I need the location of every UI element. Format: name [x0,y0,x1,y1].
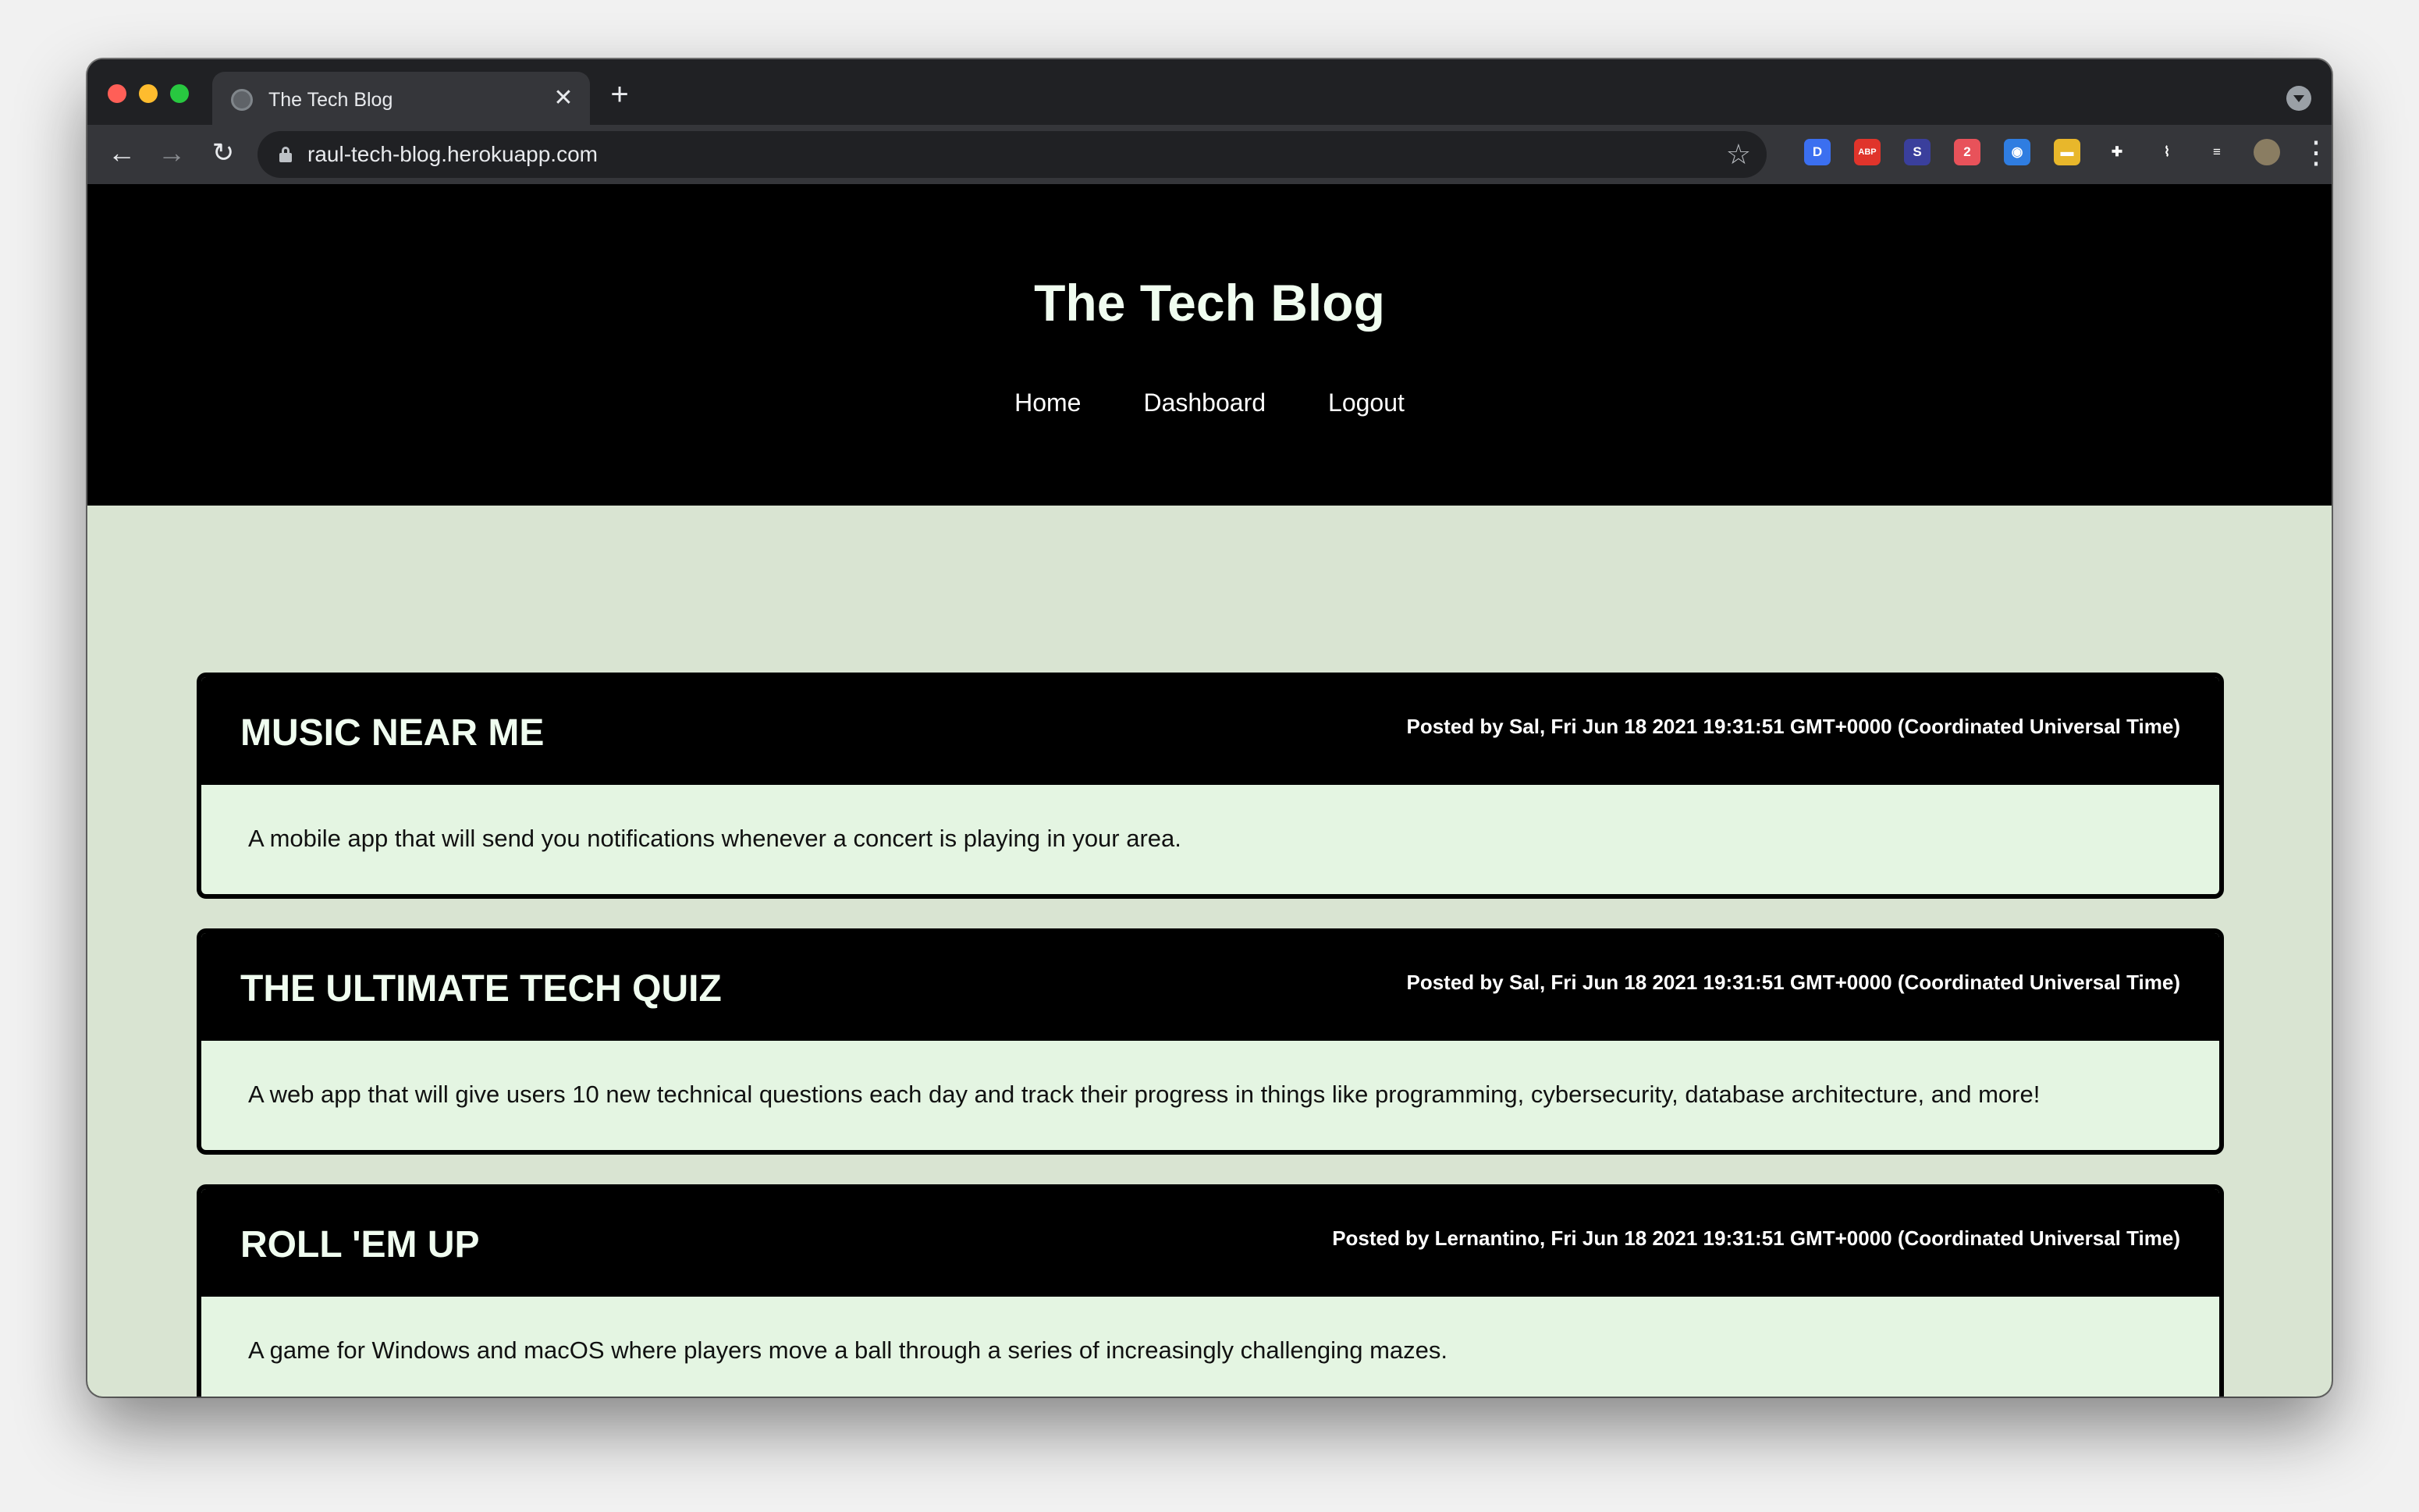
post-header: THE ULTIMATE TECH QUIZ Posted by Sal, Fr… [201,933,2219,1041]
post-title[interactable]: THE ULTIMATE TECH QUIZ [240,967,722,1011]
post-body: A web app that will give users 10 new te… [248,1081,2041,1108]
playlist-icon[interactable]: ≡ [2204,139,2230,165]
back-button[interactable]: ← [103,134,140,172]
nav-link-home[interactable]: Home [1014,387,1081,418]
post-header: MUSIC NEAR ME Posted by Sal, Fri Jun 18 … [201,677,2219,785]
puzzle-extension-icon[interactable]: ✚ [2104,139,2130,165]
tab-active[interactable]: The Tech Blog ✕ [212,72,590,125]
page-viewport: The Tech Blog Home Dashboard Logout MUSI… [87,184,2332,1397]
browser-toolbar: ← → ↻ raul-tech-blog.herokuapp.com ☆ D AB… [87,125,2332,184]
d-extension-icon[interactable]: D [1804,139,1831,165]
s-extension-icon[interactable]: S [1904,139,1931,165]
browser-window: The Tech Blog ✕ + ← → ↻ raul-tech-blog.h… [87,59,2332,1397]
tab-strip: The Tech Blog ✕ + [87,59,2332,125]
url-text[interactable]: raul-tech-blog.herokuapp.com [307,140,598,169]
post-body: A game for Windows and macOS where playe… [248,1336,1447,1364]
tab-search-icon[interactable] [2286,86,2311,111]
post-body: A mobile app that will send you notifica… [248,825,1181,852]
post-card[interactable]: ROLL 'EM UP Posted by Lernantino, Fri Ju… [197,1184,2224,1397]
new-tab-button[interactable]: + [604,79,635,111]
profile-avatar[interactable] [2254,139,2280,165]
flag-extension-icon[interactable]: ▬ [2054,139,2080,165]
close-window-button[interactable] [108,84,126,103]
zoom-window-button[interactable] [170,84,189,103]
close-icon[interactable]: ✕ [549,84,577,112]
site-nav: Home Dashboard Logout [87,387,2332,418]
site-header: The Tech Blog Home Dashboard Logout [87,184,2332,506]
post-card[interactable]: THE ULTIMATE TECH QUIZ Posted by Sal, Fr… [197,928,2224,1155]
reload-button[interactable]: ↻ [204,134,242,172]
address-bar[interactable]: raul-tech-blog.herokuapp.com ☆ [258,131,1767,178]
camera-extension-icon[interactable]: ◉ [2004,139,2030,165]
lock-icon[interactable] [279,147,292,162]
nav-link-dashboard[interactable]: Dashboard [1143,387,1266,418]
post-meta: Posted by Sal, Fri Jun 18 2021 19:31:51 … [1406,715,2180,738]
cast-icon[interactable]: ⌇ [2154,139,2180,165]
post-meta: Posted by Sal, Fri Jun 18 2021 19:31:51 … [1406,971,2180,994]
tab-title: The Tech Blog [268,89,393,111]
post-meta: Posted by Lernantino, Fri Jun 18 2021 19… [1332,1226,2180,1250]
site-title: The Tech Blog [1034,274,1385,332]
post-card[interactable]: MUSIC NEAR ME Posted by Sal, Fri Jun 18 … [197,673,2224,899]
browser-menu-icon[interactable]: ⋮ [2300,136,2332,173]
forward-button[interactable]: → [153,134,190,172]
minimize-window-button[interactable] [139,84,158,103]
post-header: ROLL 'EM UP Posted by Lernantino, Fri Ju… [201,1189,2219,1297]
bookmark-star-icon[interactable]: ☆ [1726,139,1751,170]
globe-icon [231,89,253,111]
post-title[interactable]: ROLL 'EM UP [240,1223,480,1267]
badge-extension-icon[interactable]: 2 [1954,139,1980,165]
post-title[interactable]: MUSIC NEAR ME [240,712,544,755]
abp-extension-icon[interactable]: ABP [1854,139,1881,165]
nav-link-logout[interactable]: Logout [1328,387,1405,418]
